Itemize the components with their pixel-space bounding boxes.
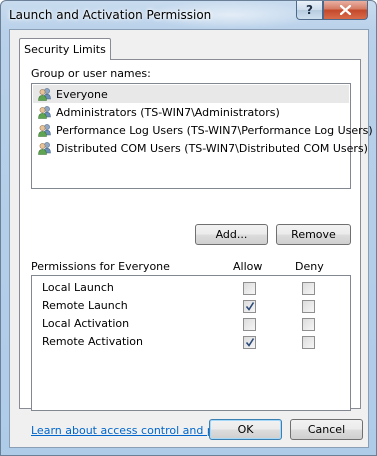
permission-name: Local Activation: [42, 317, 130, 330]
remove-button[interactable]: Remove: [276, 224, 351, 245]
checkmark-icon: [245, 338, 255, 347]
deny-column-header: Deny: [295, 260, 324, 273]
group-user-list[interactable]: Everyone Administrators (TS-WIN7\Adminis…: [31, 83, 373, 189]
users-group-icon: [38, 88, 51, 101]
help-button[interactable]: ?: [296, 1, 323, 20]
dialog-window: Launch and Activation Permission ? Secur…: [0, 0, 377, 456]
local-launch-allow-checkbox[interactable]: [243, 282, 256, 295]
permissions-list: Local Launch Remote Launch Local Activat…: [31, 275, 351, 411]
group-list-label: Group or user names:: [31, 67, 151, 80]
permission-name: Remote Launch: [42, 299, 128, 312]
permission-row-remote-activation: Remote Activation: [32, 333, 332, 351]
remote-activation-allow-checkbox[interactable]: [243, 336, 256, 349]
remote-activation-deny-checkbox[interactable]: [302, 336, 315, 349]
permission-name: Local Launch: [42, 281, 114, 294]
users-group-icon: [38, 142, 51, 155]
permission-row-local-launch: Local Launch: [32, 279, 332, 297]
add-button-label: Add...: [215, 228, 248, 241]
tab-security-limits[interactable]: Security Limits: [19, 38, 111, 60]
permission-row-local-activation: Local Activation: [32, 315, 332, 333]
close-icon: [340, 5, 351, 15]
group-name: Administrators (TS-WIN7\Administrators): [56, 105, 280, 119]
group-name: Everyone: [56, 87, 108, 101]
permission-name: Remote Activation: [42, 335, 144, 348]
local-activation-allow-checkbox[interactable]: [243, 318, 256, 331]
ok-button-label: OK: [237, 423, 254, 436]
remove-button-label: Remove: [291, 228, 336, 241]
close-button[interactable]: [323, 1, 368, 20]
add-button[interactable]: Add...: [195, 224, 268, 245]
permission-row-remote-launch: Remote Launch: [32, 297, 332, 315]
users-group-icon: [38, 124, 51, 137]
permissions-label: Permissions for Everyone: [31, 260, 170, 273]
local-activation-deny-checkbox[interactable]: [302, 318, 315, 331]
cancel-button[interactable]: Cancel: [290, 419, 363, 440]
list-item[interactable]: Everyone: [33, 85, 349, 103]
allow-column-header: Allow: [233, 260, 263, 273]
tab-label: Security Limits: [24, 43, 106, 56]
ok-button[interactable]: OK: [209, 419, 282, 440]
security-limits-panel: Group or user names: Everyone Administra…: [19, 59, 373, 437]
window-title: Launch and Activation Permission: [9, 8, 212, 22]
dialog-client-area: Security Limits Group or user names: Eve…: [9, 29, 373, 448]
help-icon: ?: [306, 3, 313, 17]
group-name: Distributed COM Users (TS-WIN7\Distribut…: [56, 141, 368, 155]
list-item[interactable]: Performance Log Users (TS-WIN7\Performan…: [33, 121, 373, 139]
cancel-button-label: Cancel: [307, 423, 346, 436]
checkmark-icon: [245, 302, 255, 311]
local-launch-deny-checkbox[interactable]: [302, 282, 315, 295]
list-item[interactable]: Distributed COM Users (TS-WIN7\Distribut…: [33, 139, 368, 157]
remote-launch-deny-checkbox[interactable]: [302, 300, 315, 313]
group-name: Performance Log Users (TS-WIN7\Performan…: [56, 123, 373, 137]
users-group-icon: [38, 106, 51, 119]
remote-launch-allow-checkbox[interactable]: [243, 300, 256, 313]
list-item[interactable]: Administrators (TS-WIN7\Administrators): [33, 103, 349, 121]
